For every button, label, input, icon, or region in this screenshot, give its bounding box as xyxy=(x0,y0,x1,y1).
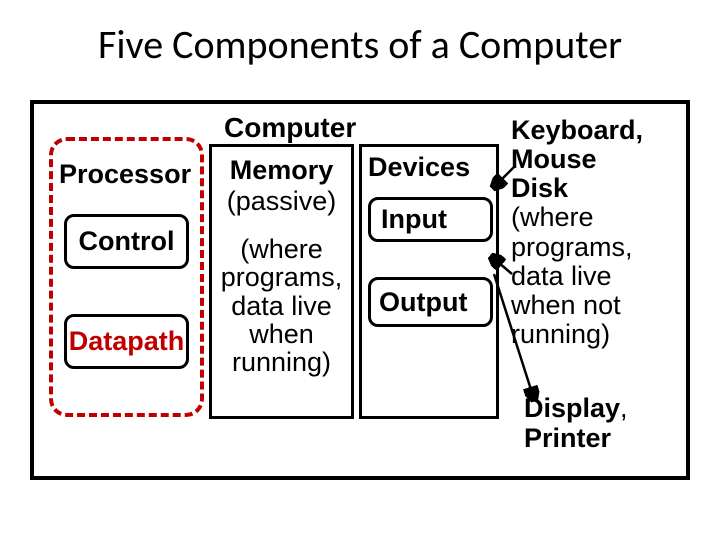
devices-label: Devices xyxy=(368,152,470,183)
computer-label: Computer xyxy=(224,112,356,144)
datapath-box: Datapath xyxy=(64,314,189,369)
datapath-label: Datapath xyxy=(69,326,185,357)
input-label: Input xyxy=(381,204,447,235)
devices-box: Devices Input Output xyxy=(359,144,499,419)
comma: , xyxy=(620,393,628,423)
control-box: Control xyxy=(64,214,189,269)
arrow-display xyxy=(489,269,544,409)
slide-title: Five Components of a Computer xyxy=(0,0,720,69)
keyboard-label: Keyboard, xyxy=(511,116,691,145)
input-box: Input xyxy=(368,197,493,242)
processor-label: Processor xyxy=(59,159,191,190)
control-label: Control xyxy=(79,226,175,257)
memory-title: Memory xyxy=(212,155,351,186)
memory-passive: (passive) xyxy=(212,186,351,217)
arrow-input xyxy=(489,164,519,194)
computer-outer-box: Computer Processor Control Datapath Memo… xyxy=(30,100,690,480)
output-label: Output xyxy=(379,287,467,318)
disk-label: Disk xyxy=(511,174,691,203)
memory-box: Memory (passive) (whereprograms,data liv… xyxy=(209,144,354,419)
output-box: Output xyxy=(368,277,493,327)
printer-label: Printer xyxy=(524,423,611,453)
memory-desc: (whereprograms,data livewhenrunning) xyxy=(212,235,351,377)
mouse-label: Mouse xyxy=(511,145,691,174)
